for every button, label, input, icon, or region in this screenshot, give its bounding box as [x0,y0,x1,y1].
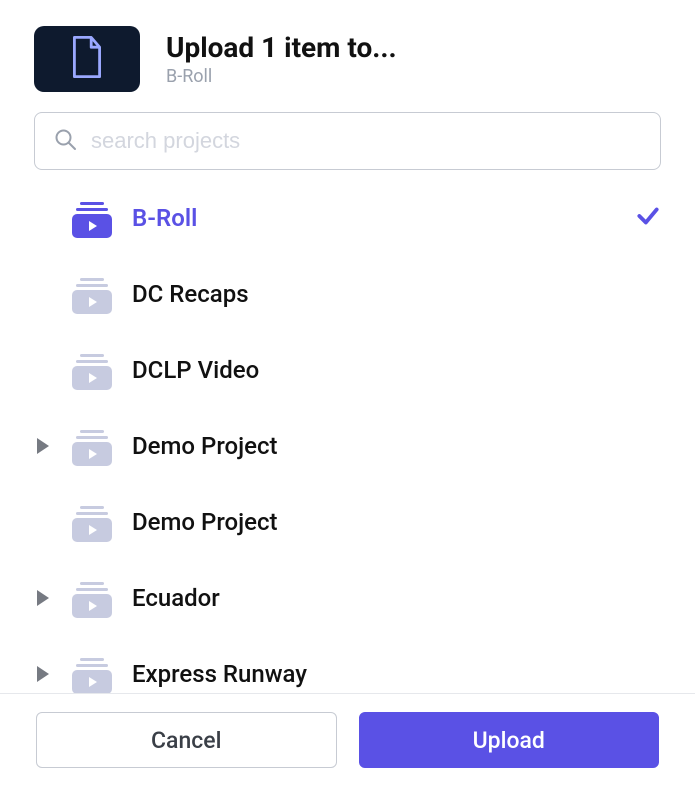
check-icon [635,203,661,233]
search-icon [53,127,77,155]
project-label: Demo Project [132,432,661,460]
project-row[interactable]: B-Roll [34,180,661,256]
dialog-title: Upload 1 item to... [166,31,661,65]
project-row[interactable]: DCLP Video [34,332,661,408]
document-icon [70,36,104,82]
project-tree: B-Roll DC Recaps DCLP Video Demo Project Dem… [0,170,695,712]
expand-slot[interactable] [34,438,52,454]
project-label: DCLP Video [132,356,661,384]
chevron-right-icon [37,438,49,454]
play-icon [89,677,97,687]
play-icon [89,449,97,459]
project-label: Ecuador [132,584,661,612]
project-label: Express Runway [132,660,661,688]
item-thumbnail [34,26,140,92]
dialog-subtitle: B-Roll [166,66,661,87]
play-icon [89,601,97,611]
project-icon [72,198,112,238]
upload-button[interactable]: Upload [359,712,660,768]
search-box[interactable] [34,112,661,170]
project-icon [72,426,112,466]
expand-slot[interactable] [34,590,52,606]
project-label: DC Recaps [132,280,661,308]
search-input[interactable] [91,128,642,154]
project-icon [72,578,112,618]
project-label: Demo Project [132,508,661,536]
project-icon [72,502,112,542]
search-wrap [0,112,695,170]
project-row[interactable]: Ecuador [34,560,661,636]
expand-slot[interactable] [34,666,52,682]
project-icon [72,274,112,314]
project-icon [72,350,112,390]
dialog-footer: Cancel Upload [0,693,695,794]
project-row[interactable]: DC Recaps [34,256,661,332]
project-icon [72,654,112,694]
dialog-header: Upload 1 item to... B-Roll [0,0,695,112]
chevron-right-icon [37,666,49,682]
play-icon [89,221,97,231]
project-row[interactable]: Demo Project [34,408,661,484]
project-label: B-Roll [132,204,615,232]
project-row[interactable]: Demo Project [34,484,661,560]
chevron-right-icon [37,590,49,606]
play-icon [89,525,97,535]
cancel-button[interactable]: Cancel [36,712,337,768]
play-icon [89,297,97,307]
play-icon [89,373,97,383]
header-text: Upload 1 item to... B-Roll [166,31,661,88]
